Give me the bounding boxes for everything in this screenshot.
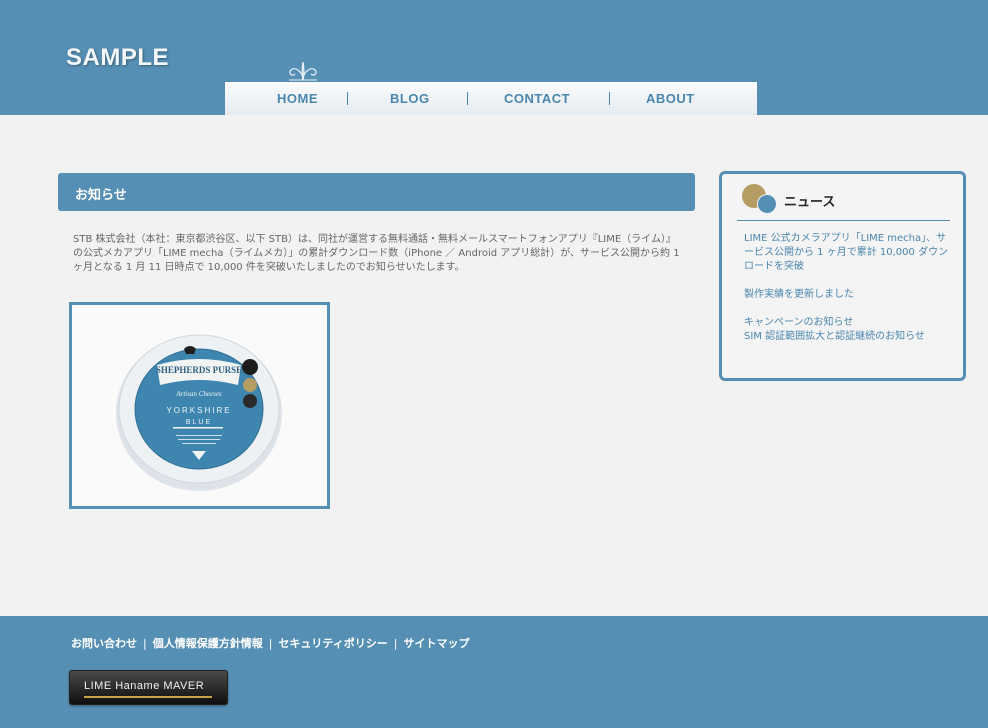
cheese-label-name: YORKSHIRE xyxy=(166,406,231,415)
site-header: SAMPLE HOME BLOG CONTACT ABOUT xyxy=(0,0,988,115)
nav-contact[interactable]: CONTACT xyxy=(504,91,570,106)
brand-badge[interactable]: LIME Haname MAVER xyxy=(69,670,228,705)
news-panel: ニュース LIME 公式カメラアプリ「LIME mecha」、サービス公開から … xyxy=(719,171,966,381)
nav-about[interactable]: ABOUT xyxy=(646,91,695,106)
site-footer: お問い合わせ | 個人情報保護方針情報 | セキュリティポリシー | サイトマッ… xyxy=(0,616,988,728)
cheese-illustration: SHEPHERDS PURSE Artisan Cheeses YORKSHIR… xyxy=(116,334,282,491)
flourish-icon xyxy=(289,61,317,81)
news-divider xyxy=(737,220,950,221)
section-title: お知らせ xyxy=(75,188,127,203)
news-title: ニュース xyxy=(784,195,836,210)
nav-divider xyxy=(347,92,348,105)
announcement-text: STB 株式会社（本社：東京都渋谷区、以下 STB）は、同社が運営する無料通話・… xyxy=(73,234,680,273)
footer-links: お問い合わせ | 個人情報保護方針情報 | セキュリティポリシー | サイトマッ… xyxy=(71,635,470,651)
footer-link-contact[interactable]: お問い合わせ xyxy=(71,635,137,651)
badge-underline xyxy=(84,696,212,698)
site-logo[interactable]: SAMPLE xyxy=(66,44,169,72)
footer-divider: | xyxy=(268,636,273,650)
news-item[interactable]: LIME 公式カメラアプリ「LIME mecha」、サービス公開から 1 ヶ月で… xyxy=(744,232,949,274)
cheese-photo: SHEPHERDS PURSE Artisan Cheeses YORKSHIR… xyxy=(69,302,330,509)
nav-home[interactable]: HOME xyxy=(277,91,318,106)
footer-link-privacy[interactable]: 個人情報保護方針情報 xyxy=(153,635,263,651)
news-item[interactable]: 製作実績を更新しました xyxy=(744,288,949,302)
section-header: お知らせ xyxy=(58,173,695,211)
nav-blog[interactable]: BLOG xyxy=(390,91,430,106)
badge-label: LIME Haname MAVER xyxy=(84,680,205,692)
news-circle-icon xyxy=(757,194,777,214)
footer-link-sitemap[interactable]: サイトマップ xyxy=(404,635,470,651)
news-item[interactable]: SIM 認証範囲拡大と認証継続のお知らせ xyxy=(744,330,949,344)
cheese-label-sub: Artisan Cheeses xyxy=(175,390,222,398)
main-nav: HOME BLOG CONTACT ABOUT xyxy=(225,82,757,115)
footer-link-security[interactable]: セキュリティポリシー xyxy=(278,635,387,651)
cheese-label-brand: SHEPHERDS PURSE xyxy=(156,365,242,375)
nav-divider xyxy=(609,92,610,105)
nav-divider xyxy=(467,92,468,105)
footer-divider: | xyxy=(143,636,147,650)
cheese-label-type: BLUE xyxy=(186,419,212,426)
footer-divider: | xyxy=(393,636,398,650)
news-item[interactable]: キャンペーンのお知らせ xyxy=(744,316,949,330)
